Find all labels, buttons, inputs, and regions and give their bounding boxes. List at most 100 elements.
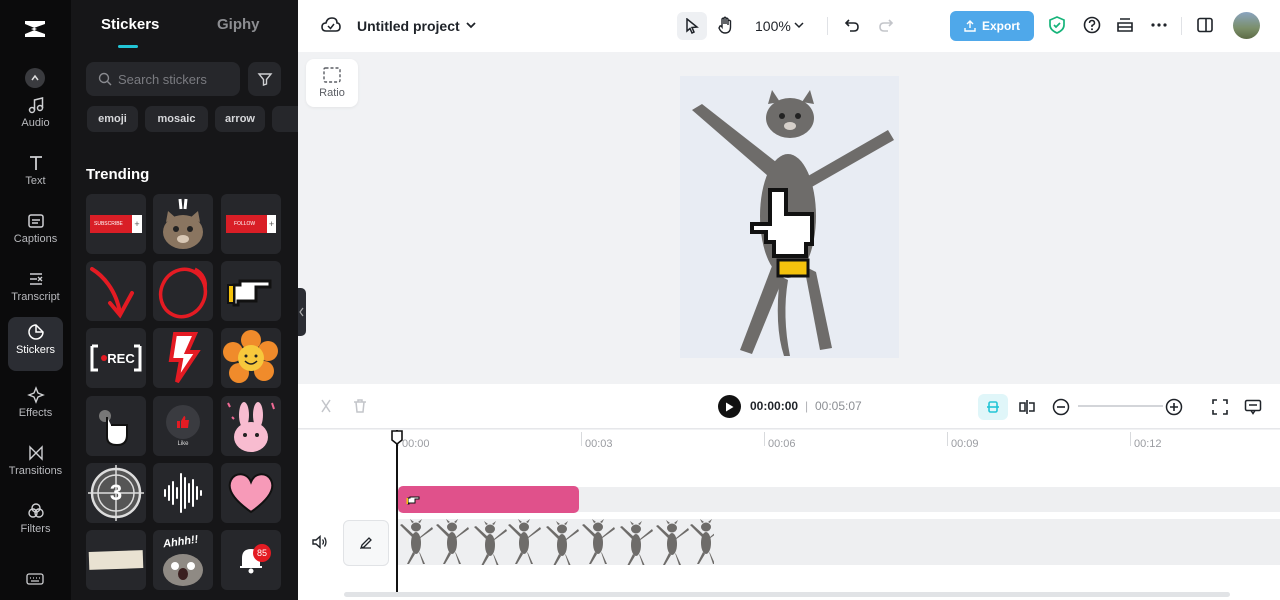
sticker-click-hand[interactable] xyxy=(86,396,146,456)
transcript-icon xyxy=(29,273,42,285)
tab-stickers[interactable]: Stickers xyxy=(101,16,159,33)
sticker-heart[interactable] xyxy=(221,463,281,523)
timeline[interactable]: 00:00 00:03 00:06 00:09 00:12 xyxy=(298,430,1280,600)
rail-item-transitions[interactable]: Transitions xyxy=(8,438,63,490)
redo-button[interactable] xyxy=(875,14,897,36)
select-tool-button[interactable] xyxy=(677,12,707,40)
sticker-follow[interactable]: FOLLOW + xyxy=(221,194,281,254)
stack-layers-icon[interactable] xyxy=(1114,14,1136,36)
total-duration: 00:05:07 xyxy=(815,399,862,413)
split-icon[interactable] xyxy=(315,395,337,417)
chip-emoji[interactable]: emoji xyxy=(87,106,138,132)
cloud-save-icon[interactable] xyxy=(320,14,342,36)
play-icon xyxy=(726,402,734,411)
magnet-snap-button[interactable] xyxy=(978,394,1008,420)
tab-giphy[interactable]: Giphy xyxy=(217,16,260,33)
project-title[interactable]: Untitled project xyxy=(357,18,460,34)
video-thumbnails xyxy=(400,519,714,565)
more-options-icon[interactable] xyxy=(1148,14,1170,36)
zoom-level[interactable]: 100% xyxy=(755,18,791,34)
chip-more[interactable] xyxy=(272,106,298,132)
shield-check-icon[interactable] xyxy=(1046,14,1068,36)
filter-button[interactable] xyxy=(248,62,281,96)
follow-text: FOLLOW xyxy=(234,221,256,227)
rail-item-text[interactable]: Text xyxy=(8,148,63,200)
time-separator: | xyxy=(805,399,809,413)
sticker-notification-bell[interactable]: 85 xyxy=(221,530,281,590)
video-clip[interactable] xyxy=(398,519,714,565)
upload-icon xyxy=(964,20,976,32)
rail-item-captions[interactable]: Captions xyxy=(8,206,63,258)
help-icon[interactable] xyxy=(1081,14,1103,36)
split-align-icon[interactable] xyxy=(1016,396,1038,418)
rail-item-filters[interactable]: Filters xyxy=(8,496,63,548)
hand-tool-button[interactable] xyxy=(715,14,737,36)
dancing-cat-image xyxy=(692,90,894,356)
track-edit-button[interactable] xyxy=(343,520,389,566)
rail-label: Filters xyxy=(20,523,51,535)
rail-item-effects[interactable]: Effects xyxy=(8,380,63,432)
rail-item-stickers[interactable]: Stickers xyxy=(8,317,63,371)
tick-label: 00:03 xyxy=(585,438,613,450)
fullscreen-icon[interactable] xyxy=(1209,396,1231,418)
zoom-in-icon[interactable] xyxy=(1163,396,1185,418)
sticker-red-circle[interactable] xyxy=(153,261,213,321)
sticker-icon xyxy=(27,324,44,340)
keyboard-icon[interactable] xyxy=(26,572,44,591)
sticker-tape[interactable] xyxy=(86,530,146,590)
rail-scroll-up-button[interactable] xyxy=(25,68,45,88)
sticker-lightning[interactable] xyxy=(153,328,213,388)
timeline-scrollbar[interactable] xyxy=(344,592,1230,597)
delete-icon[interactable] xyxy=(349,395,371,417)
search-box[interactable] xyxy=(86,62,240,96)
sticker-ahhh-cat[interactable]: Ahhh!! xyxy=(153,530,213,590)
hand-icon xyxy=(718,16,732,34)
playhead[interactable] xyxy=(396,430,398,592)
export-button[interactable]: Export xyxy=(950,11,1034,41)
rail-item-transcript[interactable]: Transcript xyxy=(8,264,63,316)
layout-panel-icon[interactable] xyxy=(1194,14,1216,36)
undo-button[interactable] xyxy=(841,14,863,36)
top-bar: Untitled project 100% Export xyxy=(298,0,1280,52)
export-label: Export xyxy=(981,19,1020,33)
sticker-rec[interactable]: REC xyxy=(86,328,146,388)
rec-text: REC xyxy=(107,350,135,366)
chip-arrow[interactable]: arrow xyxy=(215,106,265,132)
capcut-logo[interactable] xyxy=(22,17,48,41)
undo-icon xyxy=(844,19,859,32)
left-rail: Audio Text Captions Transcript Stickers … xyxy=(0,0,71,600)
sticker-clip[interactable] xyxy=(398,486,579,513)
tick-label: 00:12 xyxy=(1134,438,1162,450)
chevron-down-icon[interactable] xyxy=(460,14,482,36)
sticker-bunny[interactable] xyxy=(221,396,281,456)
sticker-sound-wave[interactable] xyxy=(153,463,213,523)
magnet-icon xyxy=(987,401,999,413)
rail-item-audio[interactable]: Audio xyxy=(8,90,63,142)
sticker-smiling-flower[interactable] xyxy=(221,328,281,388)
avatar[interactable] xyxy=(1233,12,1260,39)
zoom-dropdown-chevron-icon[interactable] xyxy=(788,14,810,36)
timeline-zoom-slider[interactable] xyxy=(1078,405,1163,407)
ratio-button[interactable]: Ratio xyxy=(306,59,358,107)
feedback-icon[interactable] xyxy=(1242,396,1264,418)
filters-icon xyxy=(27,503,44,518)
playhead-handle[interactable] xyxy=(391,430,403,446)
sticker-subscribe[interactable]: SUBSCRIBE + xyxy=(86,194,146,254)
filter-icon xyxy=(257,73,272,86)
preview-canvas[interactable] xyxy=(680,76,899,358)
search-input[interactable] xyxy=(118,71,238,87)
tick xyxy=(764,432,765,446)
sticker-pointing-hand[interactable] xyxy=(221,261,281,321)
sticker-red-arrow[interactable] xyxy=(86,261,146,321)
sticker-shocked-cat[interactable] xyxy=(153,194,213,254)
tick xyxy=(947,432,948,446)
zoom-out-icon[interactable] xyxy=(1050,396,1072,418)
track-mute-icon[interactable] xyxy=(312,534,328,554)
chip-mosaic[interactable]: mosaic xyxy=(145,106,208,132)
notification-badge: 85 xyxy=(253,544,271,562)
sticker-like[interactable]: Like xyxy=(153,396,213,456)
sticker-countdown[interactable]: 3 xyxy=(86,463,146,523)
search-icon xyxy=(98,72,112,86)
panel-collapse-handle[interactable] xyxy=(298,288,306,336)
play-button[interactable] xyxy=(718,395,741,418)
